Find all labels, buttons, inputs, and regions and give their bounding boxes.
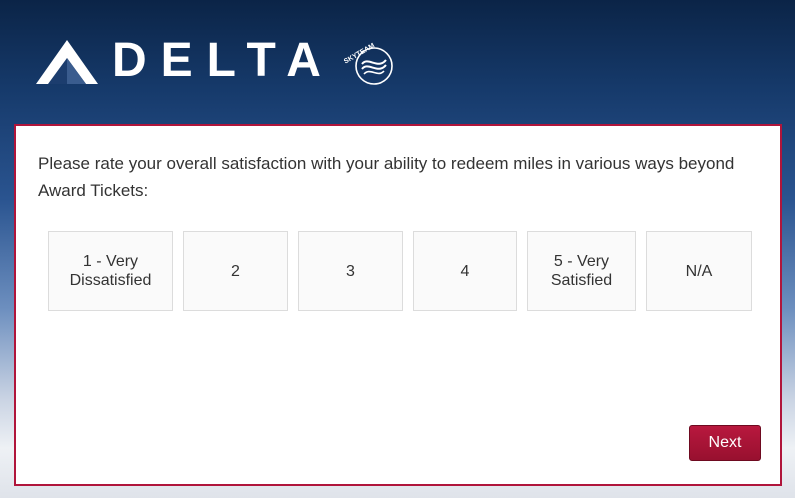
question-text: Please rate your overall satisfaction wi… xyxy=(38,154,735,200)
header: DELTA SKYTEAM xyxy=(0,0,795,124)
rating-option-5[interactable]: 5 - Very Satisfied xyxy=(527,231,636,311)
rating-option-label: 5 - Very Satisfied xyxy=(550,253,613,289)
skyteam-icon: SKYTEAM xyxy=(344,42,393,85)
rating-option-4[interactable]: 4 xyxy=(413,231,517,311)
next-button[interactable]: Next xyxy=(689,425,761,461)
rating-option-label: 1 - Very Dissatisfied xyxy=(69,253,152,289)
survey-card: Please rate your overall satisfaction wi… xyxy=(14,124,782,486)
rating-option-label: N/A xyxy=(685,262,713,280)
rating-option-1[interactable]: 1 - Very Dissatisfied xyxy=(48,231,173,311)
brand-wordmark: DELTA xyxy=(112,34,335,87)
rating-option-label: 3 xyxy=(346,262,355,280)
rating-option-3[interactable]: 3 xyxy=(298,231,403,311)
rating-option-2[interactable]: 2 xyxy=(183,231,288,311)
rating-options: 1 - Very Dissatisfied 2 3 4 5 - Very Sat… xyxy=(48,231,758,311)
rating-option-label: 2 xyxy=(231,262,240,280)
rating-option-label: 4 xyxy=(460,262,470,280)
rating-option-na[interactable]: N/A xyxy=(646,231,752,311)
delta-widget-icon xyxy=(36,40,98,84)
